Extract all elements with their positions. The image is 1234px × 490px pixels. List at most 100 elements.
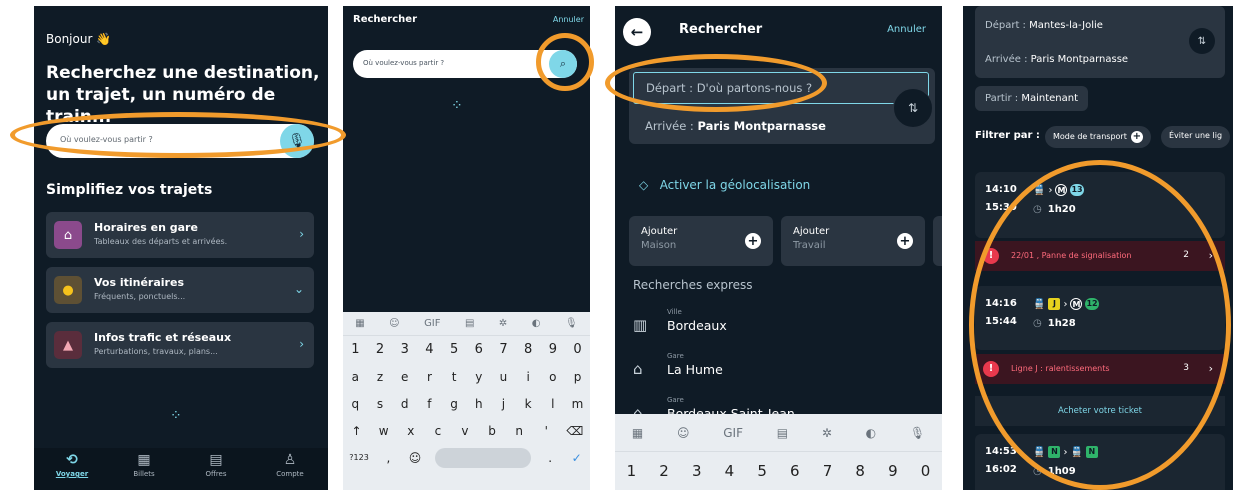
filter-transport-mode[interactable]: Mode de transport + — [1045, 126, 1151, 148]
card-itineraries[interactable]: ● Vos itinéraires Fréquents, ponctuels..… — [46, 267, 314, 313]
key[interactable]: q — [348, 397, 362, 411]
checkmark-icon[interactable]: ✓ — [570, 451, 584, 465]
trip-card[interactable]: 14:10 15:30 🚆 › M 13 ◷ 1h20 — [975, 172, 1225, 238]
trip-card[interactable]: 14:16 15:44 🚆 J › M 12 ◷ 1h28 — [975, 286, 1225, 350]
sticker-icon[interactable]: ☺ — [677, 426, 690, 440]
key[interactable]: 9 — [546, 342, 560, 357]
key[interactable]: a — [348, 370, 362, 384]
key[interactable]: 7 — [496, 342, 510, 357]
key[interactable]: 1 — [624, 462, 638, 480]
key[interactable]: f — [422, 397, 436, 411]
add-home-button[interactable]: Ajouter Maison + — [629, 216, 773, 266]
key[interactable]: c — [431, 424, 445, 438]
key[interactable]: 5 — [447, 342, 461, 357]
palette-icon[interactable]: ◐ — [532, 318, 541, 329]
key[interactable]: d — [398, 397, 412, 411]
key[interactable]: p — [571, 370, 585, 384]
key[interactable]: 6 — [472, 342, 486, 357]
tab-offres[interactable]: ▤ Offres — [186, 452, 246, 478]
arrival-field[interactable]: Arrivée : Paris Montparnasse — [985, 54, 1128, 65]
tab-voyager[interactable]: ⟲ Voyager — [42, 452, 102, 478]
key[interactable]: u — [496, 370, 510, 384]
key[interactable]: s — [373, 397, 387, 411]
geolocation-link[interactable]: ◇ Activer la géolocalisation — [639, 178, 810, 192]
tab-compte[interactable]: ♙ Compte — [260, 452, 320, 478]
key[interactable]: y — [472, 370, 486, 384]
key[interactable]: 3 — [398, 342, 412, 357]
cancel-button[interactable]: Annuler — [887, 24, 926, 35]
key[interactable]: l — [546, 397, 560, 411]
key[interactable]: h — [472, 397, 486, 411]
gif-key[interactable]: GIF — [723, 426, 743, 440]
add-more-button[interactable] — [933, 216, 942, 266]
key[interactable]: t — [447, 370, 461, 384]
key[interactable]: ' — [539, 424, 553, 438]
key[interactable]: b — [485, 424, 499, 438]
key[interactable]: x — [404, 424, 418, 438]
key[interactable]: 8 — [521, 342, 535, 357]
key[interactable]: 7 — [820, 462, 834, 480]
palette-icon[interactable]: ◐ — [866, 426, 876, 440]
period-key[interactable]: . — [543, 451, 557, 465]
microphone-icon[interactable]: 🎙 — [280, 124, 314, 158]
disruption-alert[interactable]: ! Ligne J : ralentissements 3 › — [975, 354, 1225, 384]
disruption-alert[interactable]: ! 22/01 , Panne de signalisation 2 › — [975, 241, 1225, 271]
key[interactable]: z — [373, 370, 387, 384]
comma-key[interactable]: , — [381, 451, 395, 465]
back-arrow-icon[interactable]: ← — [623, 18, 651, 46]
sticker-icon[interactable]: ☺ — [389, 318, 399, 329]
microphone-icon[interactable]: 🎙 — [565, 318, 578, 329]
key[interactable]: 8 — [853, 462, 867, 480]
key[interactable]: 2 — [657, 462, 671, 480]
key[interactable]: 1 — [348, 342, 362, 357]
swap-icon[interactable]: ⇅ — [893, 88, 933, 128]
grid-icon[interactable]: ▦ — [632, 426, 643, 440]
departure-field[interactable]: Départ : Mantes-la-Jolie — [985, 20, 1103, 31]
clipboard-icon[interactable]: ▤ — [465, 318, 474, 329]
backspace-icon[interactable]: ⌫ — [566, 424, 583, 438]
key[interactable]: j — [496, 397, 510, 411]
mode-key[interactable]: ?123 — [349, 453, 369, 462]
emoji-icon[interactable]: ☺ — [408, 451, 422, 465]
departure-field[interactable]: Départ : D'où partons-nous ? — [633, 72, 929, 104]
key[interactable]: v — [458, 424, 472, 438]
cancel-button[interactable]: Annuler — [553, 15, 584, 24]
settings-icon[interactable]: ✲ — [822, 426, 832, 440]
arrival-field[interactable]: Arrivée : Paris Montparnasse — [645, 119, 826, 133]
search-icon[interactable]: ⌕ — [549, 50, 577, 78]
key[interactable]: 6 — [788, 462, 802, 480]
key[interactable]: m — [571, 397, 585, 411]
buy-ticket-button[interactable]: Acheter votre ticket — [975, 396, 1225, 426]
key[interactable]: r — [422, 370, 436, 384]
key[interactable]: w — [377, 424, 391, 438]
key[interactable]: 0 — [919, 462, 933, 480]
search-bar[interactable]: Où voulez-vous partir ? 🎙 — [46, 124, 314, 158]
filter-avoid-line[interactable]: Éviter une lig — [1161, 126, 1231, 148]
key[interactable]: 4 — [722, 462, 736, 480]
shift-icon[interactable]: ↑ — [350, 424, 364, 438]
key[interactable]: 4 — [422, 342, 436, 357]
settings-icon[interactable]: ✲ — [499, 318, 507, 329]
key[interactable]: k — [521, 397, 535, 411]
key[interactable]: 3 — [690, 462, 704, 480]
express-item[interactable]: ▥ Ville Bordeaux — [633, 308, 923, 342]
trip-card[interactable]: 14:53 16:02 🚆 N › 🚆 N ◷ 1h09 — [975, 434, 1225, 490]
card-station-times[interactable]: ⌂ Horaires en gare Tableaux des départs … — [46, 212, 314, 258]
search-input[interactable]: Où voulez-vous partir ? ⌕ — [353, 50, 577, 78]
key[interactable]: 9 — [886, 462, 900, 480]
key[interactable]: 5 — [755, 462, 769, 480]
key[interactable]: 0 — [571, 342, 585, 357]
route-summary[interactable]: Départ : Mantes-la-Jolie Arrivée : Paris… — [975, 6, 1225, 78]
clipboard-icon[interactable]: ▤ — [777, 426, 788, 440]
tab-billets[interactable]: ▦ Billets — [114, 452, 174, 478]
express-item[interactable]: ⌂ Gare La Hume — [633, 352, 923, 386]
gif-key[interactable]: GIF — [424, 318, 440, 329]
swap-icon[interactable]: ⇅ — [1189, 28, 1215, 54]
card-traffic[interactable]: ▲ Infos trafic et réseaux Perturbations,… — [46, 322, 314, 368]
key[interactable]: n — [512, 424, 526, 438]
key[interactable]: 2 — [373, 342, 387, 357]
key[interactable]: e — [398, 370, 412, 384]
space-key[interactable] — [434, 447, 531, 468]
leave-time-button[interactable]: Partir : Maintenant — [975, 86, 1089, 111]
key[interactable]: o — [546, 370, 560, 384]
